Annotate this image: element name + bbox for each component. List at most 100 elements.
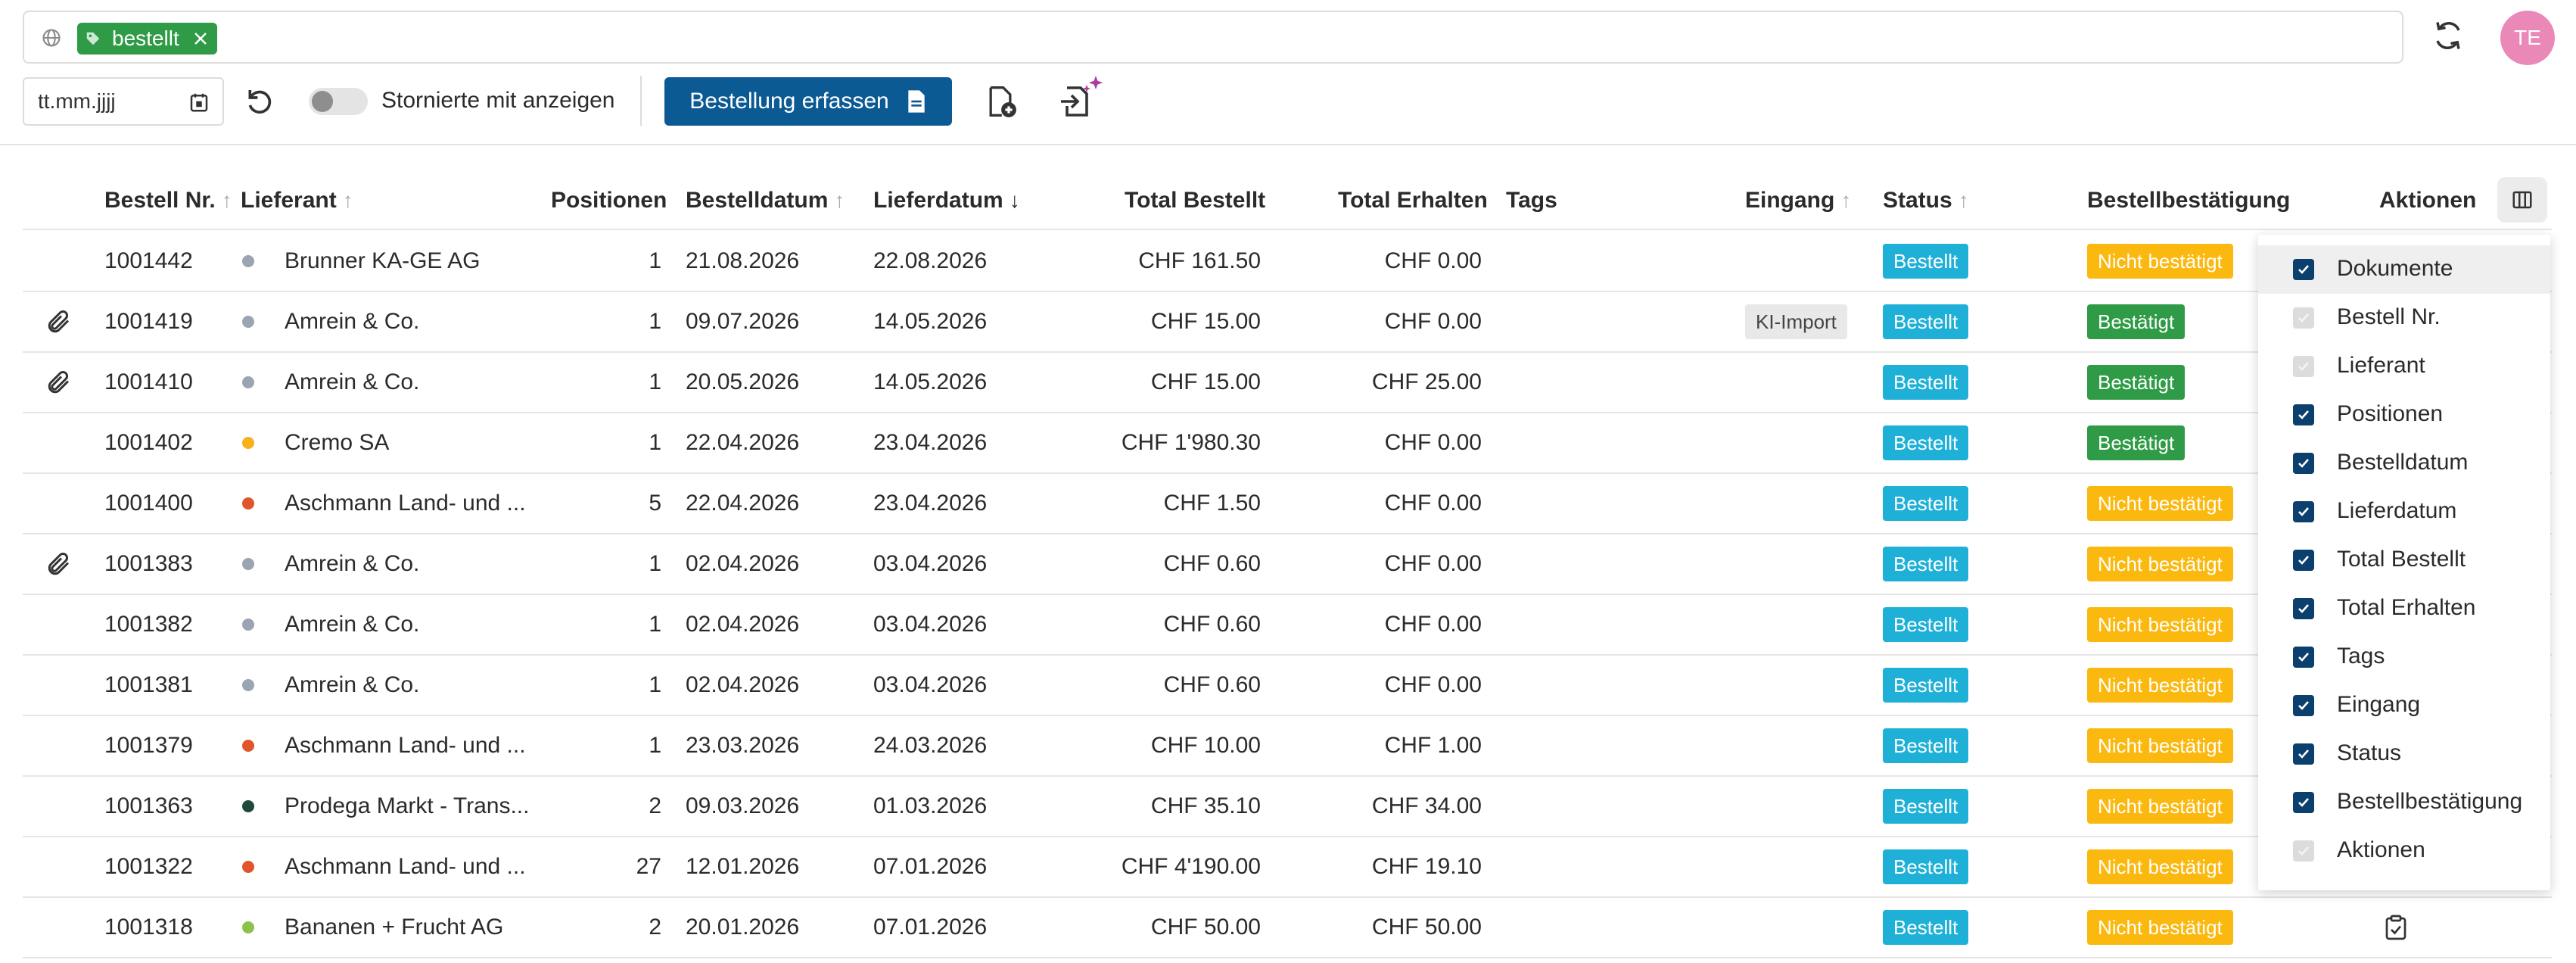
supplier-cell[interactable]: Aschmann Land- und ... <box>242 716 526 775</box>
status-badge[interactable]: Bestellt <box>1883 910 1969 945</box>
header-positionen[interactable]: Positionen <box>551 188 667 213</box>
header-total-bestellt[interactable]: Total Bestellt <box>1125 188 1265 213</box>
status-badge[interactable]: Bestellt <box>1883 668 1969 703</box>
order-number[interactable]: 1001382 <box>104 595 193 654</box>
column-settings-button[interactable] <box>2497 177 2547 223</box>
table-row[interactable]: 1001419 Amrein & Co. 1 09.07.2026 14.05.2026… <box>23 292 2552 351</box>
file-add-icon[interactable] <box>984 85 1017 118</box>
header-lieferant[interactable]: Lieferant ↑ <box>241 188 353 213</box>
header-total-erhalten[interactable]: Total Erhalten <box>1338 188 1488 213</box>
column-option[interactable]: Dokumente <box>2258 245 2550 294</box>
status-badge[interactable]: Bestellt <box>1883 849 1969 884</box>
order-number[interactable]: 1001318 <box>104 898 193 957</box>
supplier-cell[interactable]: Prodega Markt - Trans... <box>242 777 529 836</box>
column-option[interactable]: Lieferdatum <box>2258 488 2550 536</box>
supplier-cell[interactable]: Amrein & Co. <box>242 292 419 351</box>
header-bestelldatum[interactable]: Bestelldatum ↑ <box>686 188 845 213</box>
table-row[interactable]: 1001379 Aschmann Land- und ... 1 23.03.2026… <box>23 716 2552 775</box>
filter-search-bar[interactable]: bestellt <box>23 11 2403 64</box>
column-option[interactable]: Total Bestellt <box>2258 536 2550 584</box>
calendar-icon[interactable] <box>188 91 210 114</box>
confirmation-badge[interactable]: Bestätigt <box>2087 425 2186 460</box>
date-filter-input[interactable]: tt.mm.jjjj <box>23 77 224 126</box>
confirmation-badge[interactable]: Nicht bestätigt <box>2087 728 2233 763</box>
supplier-cell[interactable]: Aschmann Land- und ... <box>242 474 526 533</box>
table-row[interactable]: 1001363 Prodega Markt - Trans... 2 09.03.20… <box>23 777 2552 836</box>
status-badge[interactable]: Bestellt <box>1883 365 1969 400</box>
paperclip-icon[interactable] <box>45 308 73 335</box>
paperclip-icon[interactable] <box>45 550 73 578</box>
confirmation-badge[interactable]: Nicht bestätigt <box>2087 486 2233 521</box>
order-number[interactable]: 1001379 <box>104 716 193 775</box>
column-option[interactable]: Eingang <box>2258 681 2550 730</box>
header-tags[interactable]: Tags <box>1506 188 1557 213</box>
supplier-cell[interactable]: Bananen + Frucht AG <box>242 898 503 957</box>
confirmation-badge[interactable]: Nicht bestätigt <box>2087 910 2233 945</box>
status-badge[interactable]: Bestellt <box>1883 304 1969 339</box>
header-eingang[interactable]: Eingang ↑ <box>1745 188 1851 213</box>
checkbox[interactable] <box>2293 792 2314 813</box>
attachment-cell[interactable] <box>45 534 73 594</box>
confirmation-badge[interactable]: Nicht bestätigt <box>2087 607 2233 642</box>
confirmation-badge[interactable]: Nicht bestätigt <box>2087 789 2233 824</box>
confirmation-badge[interactable]: Nicht bestätigt <box>2087 668 2233 703</box>
table-row[interactable]: 1001382 Amrein & Co. 1 02.04.2026 03.04.2026… <box>23 595 2552 654</box>
header-bestell-nr[interactable]: Bestell Nr. ↑ <box>104 188 232 213</box>
supplier-cell[interactable]: Amrein & Co. <box>242 656 419 715</box>
order-number[interactable]: 1001419 <box>104 292 193 351</box>
column-option[interactable]: Positionen <box>2258 391 2550 439</box>
header-lieferdatum[interactable]: Lieferdatum ↓ <box>873 188 1020 213</box>
column-option[interactable]: Status <box>2258 730 2550 778</box>
order-number[interactable]: 1001402 <box>104 413 193 472</box>
refresh-icon[interactable] <box>2432 20 2464 51</box>
column-option[interactable]: Tags <box>2258 633 2550 681</box>
header-bestellbestaetigung[interactable]: Bestellbestätigung <box>2087 188 2290 213</box>
column-option[interactable]: Total Erhalten <box>2258 584 2550 633</box>
order-number[interactable]: 1001383 <box>104 534 193 594</box>
table-row[interactable]: 1001410 Amrein & Co. 1 20.05.2026 14.05.2026… <box>23 353 2552 412</box>
status-badge[interactable]: Bestellt <box>1883 425 1969 460</box>
header-status[interactable]: Status ↑ <box>1883 188 1969 213</box>
table-row[interactable]: 1001318 Bananen + Frucht AG 2 20.01.2026 07.… <box>23 898 2552 957</box>
checkbox[interactable] <box>2293 404 2314 425</box>
order-number[interactable]: 1001322 <box>104 837 193 896</box>
filter-chip[interactable]: bestellt <box>77 23 217 55</box>
column-option[interactable]: Bestellbestätigung <box>2258 778 2550 827</box>
supplier-cell[interactable]: Brunner KA-GE AG <box>242 232 480 291</box>
table-row[interactable]: 1001322 Aschmann Land- und ... 27 12.01.202… <box>23 837 2552 896</box>
clipboard-check-icon[interactable] <box>2384 914 2408 941</box>
table-row[interactable]: 1001400 Aschmann Land- und ... 5 22.04.2026… <box>23 474 2552 533</box>
paperclip-icon[interactable] <box>45 369 73 396</box>
attachment-cell[interactable] <box>45 292 73 351</box>
checkbox[interactable] <box>2293 550 2314 571</box>
table-row[interactable]: 1001442 Brunner KA-GE AG 1 21.08.2026 22.08.… <box>23 232 2552 291</box>
confirmation-badge[interactable]: Nicht bestätigt <box>2087 547 2233 581</box>
attachment-cell[interactable] <box>45 353 73 412</box>
show-cancelled-toggle[interactable] <box>309 88 368 115</box>
close-icon[interactable] <box>191 30 210 48</box>
confirmation-badge[interactable]: Bestätigt <box>2087 365 2186 400</box>
status-badge[interactable]: Bestellt <box>1883 607 1969 642</box>
status-badge[interactable]: Bestellt <box>1883 486 1969 521</box>
order-number[interactable]: 1001400 <box>104 474 193 533</box>
status-badge[interactable]: Bestellt <box>1883 244 1969 279</box>
order-number[interactable]: 1001381 <box>104 656 193 715</box>
column-option[interactable]: Bestelldatum <box>2258 439 2550 488</box>
avatar[interactable]: TE <box>2500 11 2555 65</box>
table-row[interactable]: 1001381 Amrein & Co. 1 02.04.2026 03.04.2026… <box>23 656 2552 715</box>
status-badge[interactable]: Bestellt <box>1883 547 1969 581</box>
checkbox[interactable] <box>2293 501 2314 522</box>
checkbox[interactable] <box>2293 695 2314 716</box>
table-row[interactable]: 1001383 Amrein & Co. 1 02.04.2026 03.04.2026… <box>23 534 2552 594</box>
status-badge[interactable]: Bestellt <box>1883 728 1969 763</box>
supplier-cell[interactable]: Amrein & Co. <box>242 353 419 412</box>
supplier-cell[interactable]: Cremo SA <box>242 413 389 472</box>
create-order-button[interactable]: Bestellung erfassen <box>664 77 952 126</box>
checkbox[interactable] <box>2293 647 2314 668</box>
checkbox[interactable] <box>2293 743 2314 765</box>
confirmation-badge[interactable]: Nicht bestätigt <box>2087 244 2233 279</box>
order-number[interactable]: 1001410 <box>104 353 193 412</box>
confirmation-badge[interactable]: Nicht bestätigt <box>2087 849 2233 884</box>
table-row[interactable]: 1001402 Cremo SA 1 22.04.2026 23.04.2026 CHF … <box>23 413 2552 472</box>
checkbox[interactable] <box>2293 453 2314 474</box>
